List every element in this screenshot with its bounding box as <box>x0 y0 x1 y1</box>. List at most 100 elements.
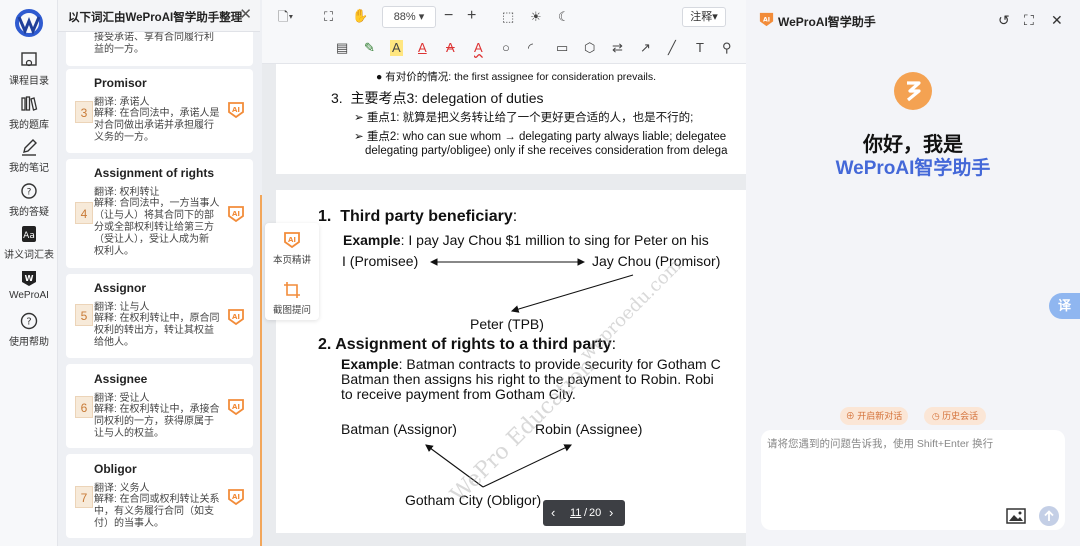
nav-weproai[interactable]: W WeProAI <box>0 268 58 301</box>
term-number: 6 <box>75 396 93 418</box>
list-item[interactable]: 7 Obligor 翻译: 义务人 解释: 在合同或权利转让关系 中，有义务履行… <box>66 454 253 538</box>
chat-input-box <box>761 430 1065 530</box>
heading-number: 3. <box>331 90 343 106</box>
heading-cn: 主要考点3: <box>350 90 419 106</box>
qa-icon: ? <box>21 183 37 199</box>
page-navigator: ‹ 11 / 20 › <box>543 500 625 526</box>
floating-tools: AI 本页精讲 截图提问 <box>265 223 319 320</box>
rectangle-icon[interactable]: ▭ <box>556 40 568 56</box>
svg-text:AI: AI <box>232 106 240 114</box>
text-icon[interactable]: T <box>696 40 704 56</box>
bullet-label: 有对价的情况: <box>385 71 452 83</box>
highlight-icon[interactable]: A <box>390 40 403 56</box>
ai-explain-icon[interactable]: AI <box>227 205 245 223</box>
arc-icon[interactable]: ◜ <box>528 40 533 56</box>
nav-qa[interactable]: ? 我的答疑 <box>0 181 58 218</box>
zoom-value: 88% <box>393 11 416 23</box>
svg-text:AI: AI <box>232 493 240 501</box>
pdf-page: ● 有对价的情况: the first assignee for conside… <box>276 64 746 174</box>
list-item[interactable]: 3 Promisor 翻译: 承诺人 解释: 在合同法中，承诺人是 对合同做出承… <box>66 69 253 153</box>
maximize-icon[interactable]: ⛶ <box>1024 12 1034 28</box>
history-icon[interactable]: ↺ <box>998 12 1010 28</box>
term-name: Assignee <box>94 372 148 386</box>
left-nav: 课程目录 我的题库 我的笔记 ? 我的答疑 Aa 讲义词汇表 W WeProAI… <box>0 0 58 546</box>
notes-pen-icon <box>22 139 37 156</box>
select-area-icon[interactable]: ⬚ <box>502 9 514 25</box>
page-summary-button[interactable]: AI 本页精讲 <box>265 231 319 266</box>
annotation-dropdown[interactable]: 注释▾ <box>682 7 726 27</box>
line-icon[interactable]: ╱ <box>668 40 676 56</box>
fit-page-icon[interactable]: ⛶ <box>324 9 333 25</box>
circle-icon[interactable]: ○ <box>502 40 510 56</box>
file-icon[interactable]: 🗋▾ <box>278 9 293 25</box>
image-upload-icon[interactable] <box>1006 508 1026 524</box>
double-arrow-icon[interactable]: ⇄ <box>612 40 623 56</box>
current-page[interactable]: 11 <box>570 505 581 521</box>
squiggly-icon[interactable]: A <box>474 40 483 56</box>
hand-tool-icon[interactable]: ✋ <box>352 8 368 24</box>
pdf-viewer[interactable]: ● 有对价的情况: the first assignee for conside… <box>262 64 746 546</box>
term-number: 7 <box>75 486 93 508</box>
nav-label: WeProAI <box>9 290 49 301</box>
nav-question-bank[interactable]: 我的题库 <box>0 94 58 131</box>
translate-tab[interactable]: 译 <box>1049 293 1080 319</box>
next-page-icon[interactable]: › <box>609 505 613 521</box>
chat-input[interactable] <box>767 436 1059 496</box>
ai-explain-icon[interactable]: AI <box>227 398 245 416</box>
night-mode-icon[interactable]: ☾ <box>558 9 570 25</box>
zoom-in-icon[interactable]: + <box>467 8 476 24</box>
nav-help[interactable]: ? 使用帮助 <box>0 311 58 348</box>
nav-course-catalog[interactable]: 课程目录 <box>0 50 58 87</box>
section-heading: 3. 主要考点3: delegation of duties <box>331 88 543 108</box>
arrow-icon[interactable]: ↗ <box>640 40 651 56</box>
list-item[interactable]: 4 Assignment of rights 翻译: 权利转让 解释: 合同法中… <box>66 159 253 268</box>
term-name: Assignor <box>94 281 147 295</box>
ai-explain-icon[interactable]: AI <box>227 488 245 506</box>
pen-icon[interactable]: ✎ <box>364 40 375 56</box>
screenshot-ask-button[interactable]: 截图提问 <box>265 281 319 316</box>
nav-glossary[interactable]: Aa 讲义词汇表 <box>0 224 58 261</box>
svg-text:W: W <box>25 274 34 283</box>
polygon-icon[interactable]: ⬡ <box>584 40 595 56</box>
annotation-label: 注释 <box>690 11 713 23</box>
nav-label: 我的题库 <box>9 120 49 131</box>
list-item: 接受承诺、享有合同履行利 益的一方。 <box>66 32 253 66</box>
heading-en: delegation of duties <box>422 90 544 106</box>
glossary-panel-title: 以下词汇由WeProAI智学助手整理 <box>68 12 243 24</box>
brightness-icon[interactable]: ☀ <box>530 9 542 25</box>
nav-label: 我的笔记 <box>9 163 49 174</box>
new-chat-button[interactable]: ⊕ 开启新对话 <box>840 407 908 425</box>
nav-notes[interactable]: 我的笔记 <box>0 137 58 174</box>
svg-text:?: ? <box>27 188 32 198</box>
ai-explain-icon[interactable]: AI <box>227 101 245 119</box>
history-chat-button[interactable]: ◷ 历史会话 <box>924 407 986 425</box>
underline-icon[interactable]: A <box>418 40 427 56</box>
bullet-text: the first assignee for consideration pre… <box>454 71 657 83</box>
send-arrow-icon <box>1044 510 1054 521</box>
stamp-icon[interactable]: ⚲ <box>722 40 732 56</box>
glossary-panel: 以下词汇由WeProAI智学助手整理 ✕ 接受承诺、享有合同履行利 益的一方。 … <box>58 0 260 546</box>
pdf-toolbar: 🗋▾ ⛶ ✋ 88% ▾ − + ⬚ ☀ ☾ 注释▾ ▤ ✎ A A A A ○… <box>262 0 746 64</box>
zoom-select[interactable]: 88% ▾ <box>382 6 436 28</box>
strikethrough-icon[interactable]: A <box>446 40 455 56</box>
comment-icon[interactable]: ▤ <box>336 40 348 56</box>
list-item[interactable]: 6 Assignee 翻译: 受让人 解释: 在权利转让中，承接合 同权利的一方… <box>66 364 253 448</box>
point-text: 就算是把义务转让给了一个更好更合适的人，也是不行的; <box>402 112 694 124</box>
term-explanation-line: 益的一方。 <box>94 44 144 55</box>
help-icon: ? <box>20 312 38 330</box>
svg-text:?: ? <box>26 317 31 328</box>
prev-page-icon[interactable]: ‹ <box>551 505 555 521</box>
term-explanation-line: （让与人）将其合同下的部 <box>94 210 214 221</box>
close-icon[interactable]: ✕ <box>239 6 252 24</box>
term-translation: 翻译: 受让人 <box>94 393 150 404</box>
list-item[interactable]: 5 Assignor 翻译: 让与人 解释: 在权利转让中，原合同 权利的转出方… <box>66 274 253 358</box>
close-icon[interactable]: ✕ <box>1051 12 1063 28</box>
ai-explain-icon[interactable]: AI <box>227 308 245 326</box>
term-explanation-line: 解释: 在合同法中，承诺人是 <box>94 108 220 119</box>
zoom-out-icon[interactable]: − <box>444 8 453 24</box>
term-explanation-line: 给他人。 <box>94 337 134 348</box>
svg-text:Aa: Aa <box>23 231 35 241</box>
screenshot-ask-label: 截图提问 <box>272 305 311 316</box>
weproai-icon: W <box>22 271 36 286</box>
send-button[interactable] <box>1039 506 1059 526</box>
